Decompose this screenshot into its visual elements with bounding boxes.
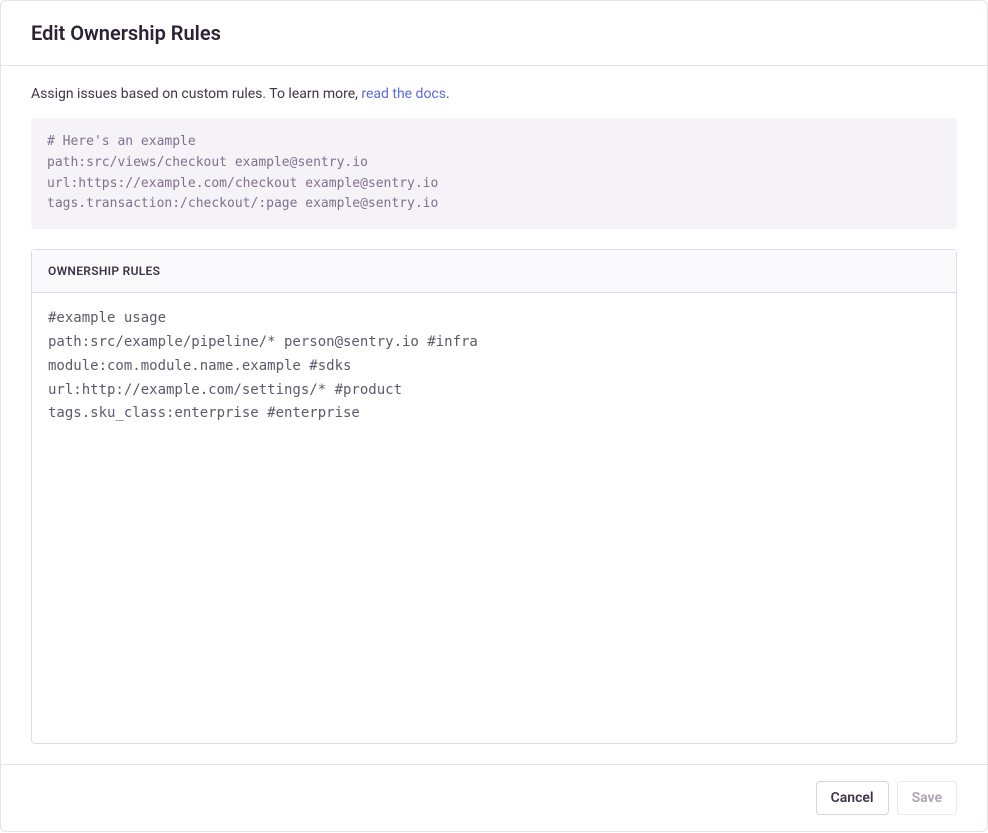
ownership-rules-input[interactable] <box>32 293 956 743</box>
modal-header: Edit Ownership Rules <box>1 1 987 66</box>
intro-suffix: . <box>446 86 450 102</box>
ownership-rules-label: OWNERSHIP RULES <box>32 250 956 293</box>
edit-ownership-rules-modal: Edit Ownership Rules Assign issues based… <box>0 0 988 832</box>
modal-footer: Cancel Save <box>1 764 987 831</box>
modal-title: Edit Ownership Rules <box>31 21 957 45</box>
modal-body: Assign issues based on custom rules. To … <box>1 66 987 764</box>
cancel-button[interactable]: Cancel <box>816 781 889 815</box>
intro-prefix: Assign issues based on custom rules. To … <box>31 86 361 102</box>
save-button[interactable]: Save <box>897 781 957 815</box>
read-docs-link[interactable]: read the docs <box>361 86 446 102</box>
intro-text: Assign issues based on custom rules. To … <box>31 86 957 102</box>
example-code-block: # Here's an example path:src/views/check… <box>31 118 957 229</box>
ownership-rules-panel: OWNERSHIP RULES <box>31 249 957 744</box>
